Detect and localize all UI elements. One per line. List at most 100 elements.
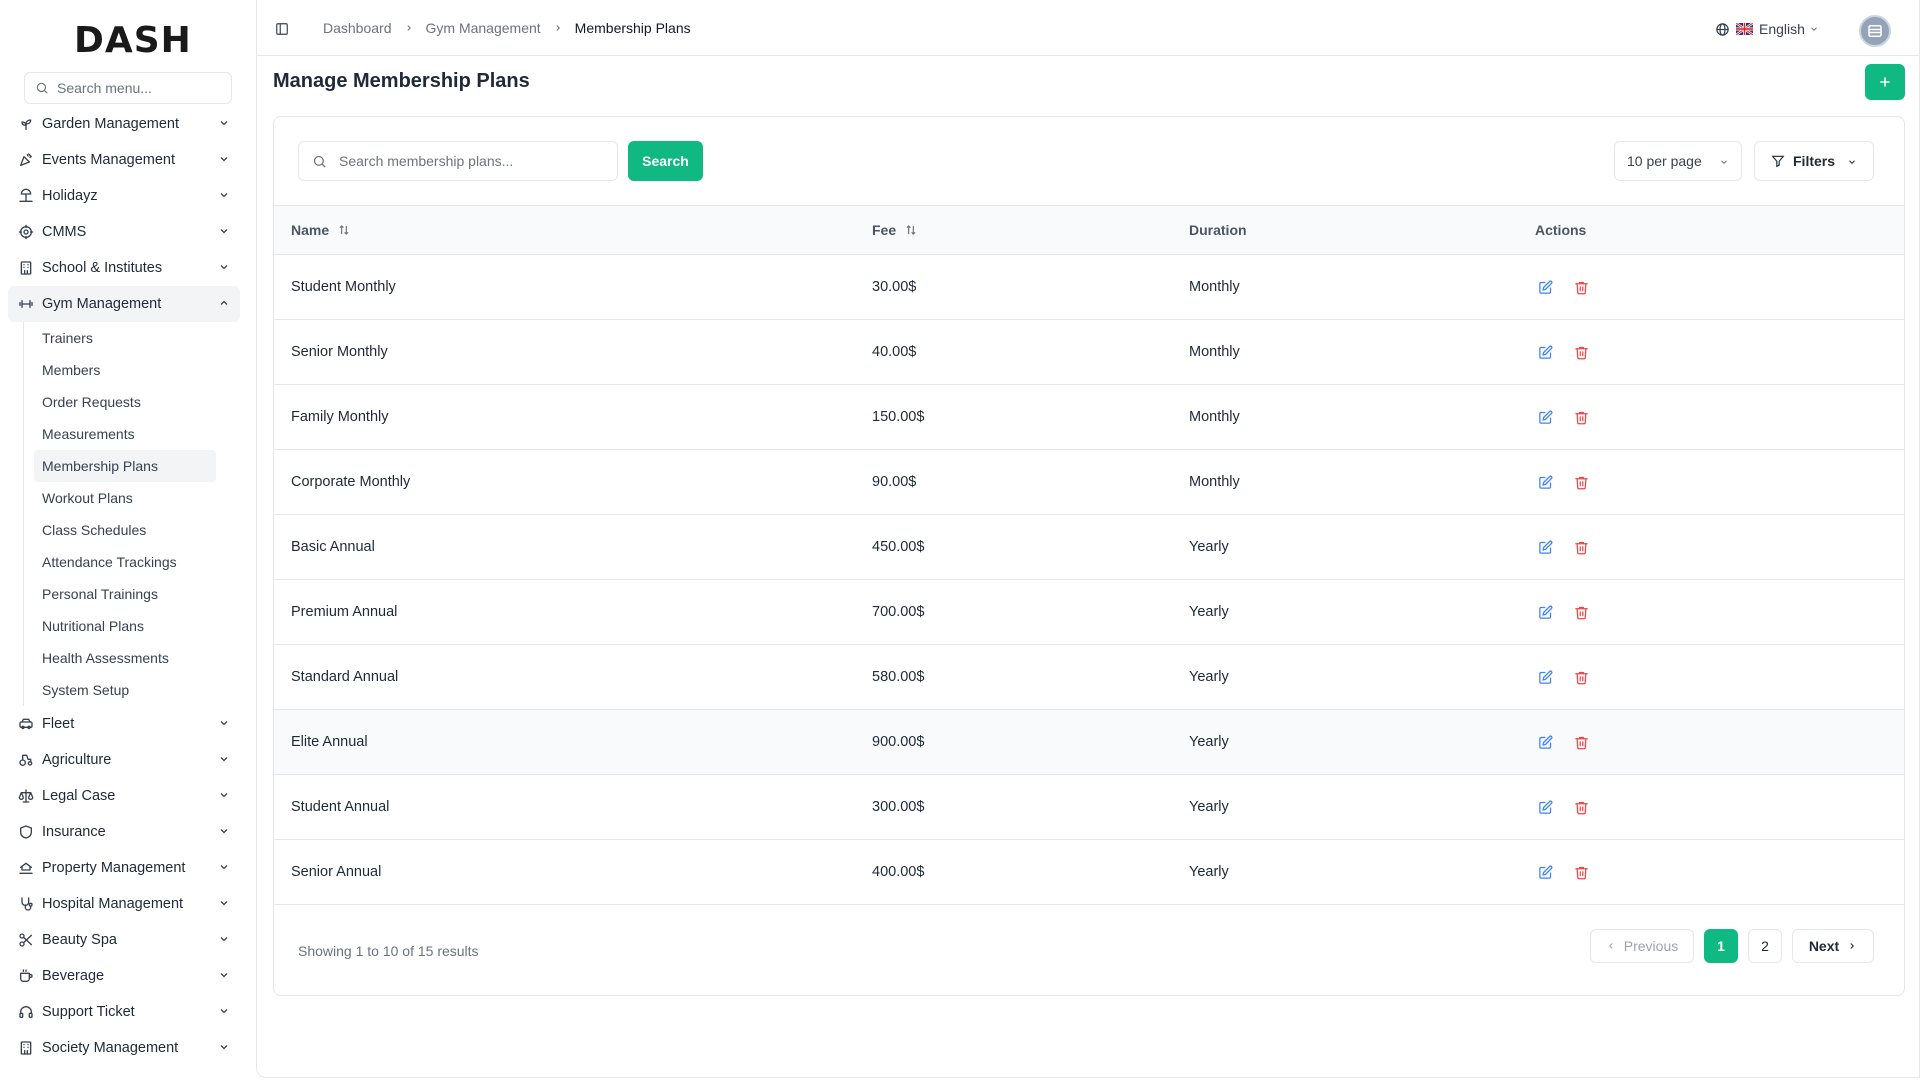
plan-duration-cell: Yearly [1189,604,1229,620]
sidebar-item-label: Beauty Spa [42,932,117,948]
sidebar-subitem-system-setup[interactable]: System Setup [34,674,216,706]
sidebar-item-cmms[interactable]: CMMS [8,214,240,250]
sidebar-item-holidayz[interactable]: Holidayz [8,178,240,214]
sidebar-subitem-nutritional-plans[interactable]: Nutritional Plans [34,610,216,642]
plans-search-input[interactable]: Search membership plans... [298,141,618,181]
edit-icon[interactable] [1535,407,1555,427]
plan-actions-cell [1535,385,1607,449]
sidebar-item-garden-management[interactable]: Garden Management [8,106,240,142]
sidebar-item-insurance[interactable]: Insurance [8,814,240,850]
edit-icon[interactable] [1535,277,1555,297]
gym-management-submenu: Trainers Members Order Requests Measurement… [23,322,240,706]
sidebar-toggle-icon[interactable] [275,22,289,36]
plan-fee-cell: 300.00$ [872,799,925,815]
sidebar-search-input[interactable]: Search menu... [24,72,232,104]
edit-icon[interactable] [1535,537,1555,557]
user-avatar[interactable] [1859,15,1891,47]
plan-duration-cell: Yearly [1189,539,1229,555]
plans-table: Name Fee Duration Actions Student Monthl… [274,205,1904,905]
previous-label: Previous [1623,938,1679,954]
sidebar-item-label: Property Management [42,860,186,876]
col-actions-header: Actions [1535,222,1587,238]
trash-icon[interactable] [1571,537,1591,557]
col-name-header[interactable]: Name [291,206,351,254]
plan-actions-cell [1535,255,1607,319]
sidebar-item-support-ticket[interactable]: Support Ticket [8,994,240,1030]
col-fee-header[interactable]: Fee [872,206,918,254]
filters-button[interactable]: Filters [1754,141,1874,181]
sidebar-subitem-attendance-trackings[interactable]: Attendance Trackings [34,546,216,578]
sort-icon[interactable] [337,223,351,237]
chevron-down-icon [218,717,230,729]
sidebar-item-label: Gym Management [42,296,162,312]
search-icon [312,154,327,169]
plan-actions-cell [1535,645,1607,709]
search-button[interactable]: Search [628,141,703,181]
sidebar-subitem-trainers[interactable]: Trainers [34,322,216,354]
trash-icon[interactable] [1571,862,1591,882]
sidebar-subitem-measurements[interactable]: Measurements [34,418,216,450]
trash-icon[interactable] [1571,797,1591,817]
edit-icon[interactable] [1535,667,1555,687]
sidebar-item-school-institutes[interactable]: School & Institutes [8,250,240,286]
language-selector[interactable]: English [1715,21,1819,37]
previous-page-button[interactable]: Previous [1590,929,1694,963]
sidebar-subitem-membership-plans[interactable]: Membership Plans [34,450,216,482]
trash-icon[interactable] [1571,342,1591,362]
sidebar-item-gym-management[interactable]: Gym Management [8,286,240,322]
plan-actions-cell [1535,580,1607,644]
sidebar-subitem-order-requests[interactable]: Order Requests [34,386,216,418]
sidebar-item-agriculture[interactable]: Agriculture [8,742,240,778]
stethoscope-icon [18,896,34,912]
app-logo[interactable]: DASH [74,20,192,61]
sidebar-item-beauty-spa[interactable]: Beauty Spa [8,922,240,958]
sidebar-item-property-management[interactable]: Property Management [8,850,240,886]
plan-fee-cell: 30.00$ [872,279,917,295]
sidebar-item-fleet[interactable]: Fleet [8,706,240,742]
plan-duration-cell: Yearly [1189,864,1229,880]
breadcrumb-gym-management[interactable]: Gym Management [426,20,541,36]
trash-icon[interactable] [1571,472,1591,492]
plan-name-cell: Senior Monthly [291,344,388,360]
table-row: Senior Annual 400.00$ Yearly [274,840,1904,905]
trash-icon[interactable] [1571,667,1591,687]
trash-icon[interactable] [1571,602,1591,622]
page-1-button[interactable]: 1 [1704,929,1738,963]
add-plan-button[interactable] [1865,64,1905,100]
table-row: Senior Monthly 40.00$ Monthly [274,320,1904,385]
next-page-button[interactable]: Next [1792,929,1874,963]
sidebar-item-society-management[interactable]: Society Management [8,1030,240,1066]
trash-icon[interactable] [1571,277,1591,297]
edit-icon[interactable] [1535,602,1555,622]
chevron-down-icon [218,153,230,165]
page-2-button[interactable]: 2 [1748,929,1782,963]
sidebar-item-hospital-management[interactable]: Hospital Management [8,886,240,922]
trash-icon[interactable] [1571,732,1591,752]
plan-name-cell: Premium Annual [291,604,398,620]
sidebar-subitem-workout-plans[interactable]: Workout Plans [34,482,216,514]
sidebar-subitem-members[interactable]: Members [34,354,216,386]
edit-icon[interactable] [1535,472,1555,492]
sidebar-item-label: Legal Case [42,788,116,804]
search-icon [35,81,49,95]
breadcrumb-dashboard[interactable]: Dashboard [323,20,392,36]
sidebar-item-legal-case[interactable]: Legal Case [8,778,240,814]
table-row: Elite Annual 900.00$ Yearly [274,710,1904,775]
plan-name-cell: Senior Annual [291,864,382,880]
sidebar-item-beverage[interactable]: Beverage [8,958,240,994]
sidebar-subitem-health-assessments[interactable]: Health Assessments [34,642,216,674]
edit-icon[interactable] [1535,862,1555,882]
sidebar-subitem-class-schedules[interactable]: Class Schedules [34,514,216,546]
edit-icon[interactable] [1535,797,1555,817]
sort-icon[interactable] [904,223,918,237]
table-row: Basic Annual 450.00$ Yearly [274,515,1904,580]
per-page-select[interactable]: 10 per page [1614,141,1742,181]
trash-icon[interactable] [1571,407,1591,427]
sidebar-subitem-personal-trainings[interactable]: Personal Trainings [34,578,216,610]
per-page-label: 10 per page [1627,153,1702,169]
filters-label: Filters [1793,153,1836,169]
edit-icon[interactable] [1535,342,1555,362]
sidebar-item-events-management[interactable]: Events Management [8,142,240,178]
edit-icon[interactable] [1535,732,1555,752]
sidebar-menu: Garden Management Events Management Holida… [8,106,240,1066]
